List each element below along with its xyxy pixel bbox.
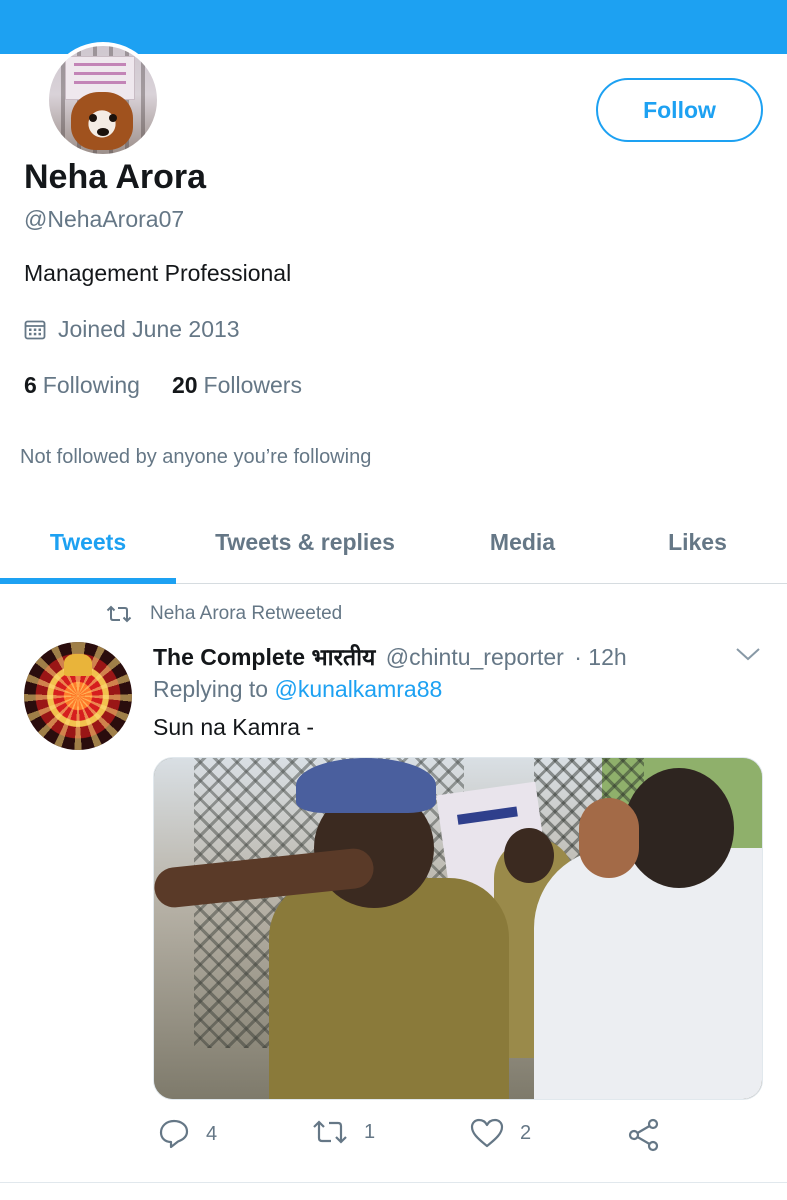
profile-bio: Management Professional (24, 260, 292, 286)
followers-count: 20 (171, 372, 198, 398)
profile-stats: 6 Following 20 Followers (24, 372, 334, 399)
tweet-author-handle[interactable]: @chintu_reporter (386, 644, 564, 670)
reply-button[interactable]: 4 (158, 1118, 217, 1150)
replying-to-link[interactable]: @kunalkamra88 (274, 676, 442, 702)
heart-icon (470, 1118, 504, 1148)
tab-tweets[interactable]: Tweets (0, 500, 176, 584)
tweet-author-name[interactable]: The Complete भारतीय (153, 644, 375, 670)
profile-avatar[interactable] (45, 42, 161, 158)
retweet-context: Neha Arora Retweeted (106, 603, 342, 625)
like-count: 2 (520, 1121, 532, 1144)
reply-icon (159, 1119, 189, 1149)
joined-date: Joined June 2013 (24, 316, 240, 343)
tweet-photo[interactable] (153, 757, 763, 1100)
follow-button[interactable]: Follow (596, 78, 763, 142)
retweet-icon (313, 1120, 347, 1144)
calendar-icon (24, 320, 46, 339)
following-count: 6 (24, 372, 37, 398)
profile-name: Neha Arora (24, 158, 207, 196)
like-button[interactable]: 2 (470, 1118, 531, 1148)
chevron-down-icon[interactable] (735, 646, 761, 662)
profile-handle: @NehaArora07 (24, 206, 185, 232)
joined-text: Joined June 2013 (58, 316, 240, 342)
tweet-actions: 4 1 2 (0, 1118, 787, 1164)
profile-tabs: Tweets Tweets & replies Media Likes (0, 500, 787, 584)
tweet-author-avatar[interactable] (24, 642, 132, 750)
followed-by-note: Not followed by anyone you’re following (20, 446, 372, 468)
reply-count: 4 (206, 1122, 218, 1145)
following-link[interactable]: 6 Following (24, 372, 140, 399)
tweet-text: Sun na Kamra - (153, 714, 315, 740)
followers-link[interactable]: 20 Followers (172, 372, 302, 399)
avatar-image (49, 46, 157, 154)
replying-prefix: Replying to (153, 676, 269, 702)
retweeted-by-text: Neha Arora Retweeted (150, 603, 343, 624)
share-button[interactable] (627, 1118, 677, 1152)
replying-to: Replying to @kunalkamra88 (153, 676, 442, 703)
share-icon (628, 1118, 659, 1152)
tab-likes[interactable]: Likes (625, 500, 770, 584)
tab-tweets-replies[interactable]: Tweets & replies (190, 500, 420, 584)
followers-label: Followers (203, 372, 302, 398)
active-tab-indicator (0, 578, 176, 584)
tweet-header: The Complete भारतीय @chintu_reporter · 1… (153, 640, 627, 672)
tab-media[interactable]: Media (450, 500, 595, 584)
following-label: Following (42, 372, 140, 398)
retweet-count: 1 (364, 1120, 376, 1143)
retweet-button[interactable]: 1 (312, 1118, 375, 1146)
retweet-icon (106, 605, 132, 623)
tweet-divider (0, 1182, 787, 1183)
tweet-timestamp[interactable]: · 12h (574, 644, 626, 670)
